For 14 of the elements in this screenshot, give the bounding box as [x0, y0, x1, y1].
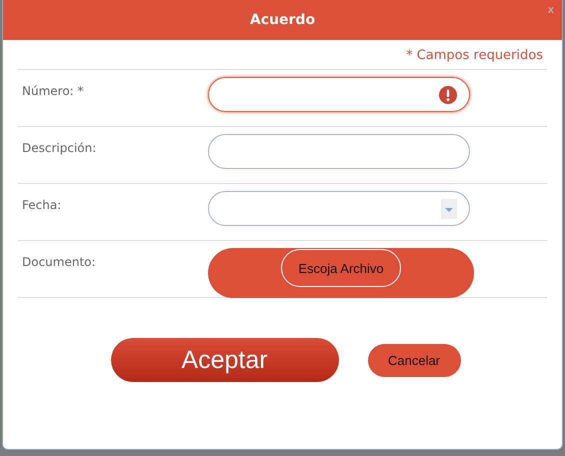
dropdown-icon	[441, 198, 457, 218]
field-label: Número: *	[21, 83, 85, 98]
date-field[interactable]	[208, 191, 470, 226]
cancel-button[interactable]: Cancelar	[368, 344, 460, 376]
input-field[interactable]	[208, 134, 470, 169]
field-label: Descripción:	[21, 140, 98, 155]
accept-button[interactable]: Aceptar	[110, 338, 338, 382]
required-note: * Campos requeridos	[18, 40, 547, 70]
input-field[interactable]	[208, 77, 470, 112]
choose-file-button[interactable]: Escoja Archivo	[281, 249, 401, 287]
field-label: Fecha:	[21, 197, 62, 212]
error-icon	[439, 86, 457, 104]
field-label: Documento:	[21, 254, 97, 269]
window-title: Acuerdo	[250, 12, 316, 28]
